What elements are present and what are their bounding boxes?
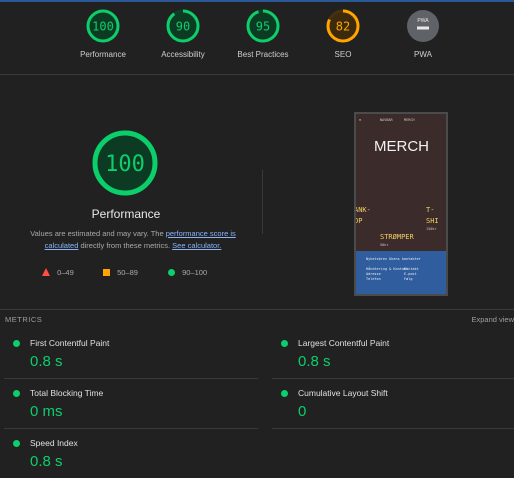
score-ring-performance: 100 bbox=[86, 9, 120, 43]
thumb-footer: Nyhetsbrev Ukens kontakter Håndtering & … bbox=[356, 251, 446, 294]
thumb-product-name: STRØMPER bbox=[380, 233, 414, 241]
triangle-icon bbox=[42, 268, 50, 276]
score-ring-seo: 82 bbox=[326, 9, 360, 43]
thumb-footer-col2: Kontakt E-post Følg bbox=[404, 267, 419, 281]
gauge-accessibility[interactable]: 90 Accessibility bbox=[143, 8, 223, 59]
metric-cumulative-layout-shift: Cumulative Layout Shift 0 bbox=[272, 380, 514, 429]
metric-name: Largest Contentful Paint bbox=[298, 338, 390, 348]
thumb-price-left: 50kr bbox=[380, 243, 389, 247]
pass-circle-icon bbox=[281, 340, 288, 347]
gauge-label-best-practices: Best Practices bbox=[237, 50, 289, 59]
description-prefix: Values are estimated and may vary. The bbox=[30, 229, 166, 238]
metric-name: First Contentful Paint bbox=[30, 338, 110, 348]
pwa-badge-icon: PWA bbox=[407, 10, 439, 42]
performance-main-score: 100 bbox=[105, 152, 145, 177]
legend-average: 50–89 bbox=[103, 268, 138, 277]
performance-title: Performance bbox=[91, 207, 161, 221]
gauge-label-performance: Performance bbox=[80, 50, 126, 59]
metrics-header: METRICS Expand view bbox=[0, 309, 514, 326]
pass-circle-icon bbox=[13, 440, 20, 447]
expand-view-toggle[interactable]: Expand view bbox=[471, 315, 514, 324]
metric-value: 0.8 s bbox=[30, 453, 63, 470]
thumb-nav-menu: ≡ bbox=[359, 118, 362, 122]
score-ring-best-practices: 95 bbox=[246, 9, 280, 43]
legend-pass-range: 90–100 bbox=[182, 268, 208, 277]
metric-speed-index: Speed Index 0.8 s bbox=[4, 430, 258, 478]
see-calculator-link[interactable]: See calculator. bbox=[172, 241, 221, 250]
metric-largest-contentful-paint: Largest Contentful Paint 0.8 s bbox=[272, 330, 514, 379]
thumb-nav-navbar: NAVBAR bbox=[380, 118, 393, 122]
gauge-seo[interactable]: 82 SEO bbox=[303, 8, 383, 59]
legend-fail: 0–49 bbox=[42, 268, 74, 277]
metric-total-blocking-time: Total Blocking Time 0 ms bbox=[4, 380, 258, 429]
description-middle: directly from these metrics. bbox=[78, 241, 173, 250]
thumb-price-right: 150kr bbox=[426, 227, 437, 231]
thumb-footer-head: Nyhetsbrev Ukens kontakter bbox=[366, 257, 421, 261]
gauge-pwa[interactable]: PWA PWA bbox=[383, 8, 463, 59]
legend-pass: 90–100 bbox=[168, 268, 207, 277]
metrics-title: METRICS bbox=[5, 315, 43, 324]
final-screenshot[interactable]: ≡ NAVBAR MERCH MERCH ANK- OP T- SHI 150k… bbox=[354, 112, 448, 296]
metric-name: Speed Index bbox=[30, 438, 78, 448]
thumb-nav-merch: MERCH bbox=[404, 118, 415, 122]
score-accessibility: 90 bbox=[176, 20, 190, 34]
thumb-footer-col1: Håndtering & Kontakt Adresse Telefon bbox=[366, 267, 409, 281]
score-best-practices: 95 bbox=[256, 20, 270, 34]
metric-value: 0.8 s bbox=[298, 353, 331, 370]
score-seo: 82 bbox=[336, 20, 350, 34]
thumb-right-product: T- SHI bbox=[426, 206, 439, 225]
circle-icon bbox=[168, 269, 175, 276]
score-performance: 100 bbox=[92, 20, 114, 34]
gauge-label-seo: SEO bbox=[334, 50, 352, 59]
metric-name: Total Blocking Time bbox=[30, 388, 104, 398]
vertical-divider bbox=[262, 170, 263, 234]
pass-circle-icon bbox=[281, 390, 288, 397]
category-gauges: 100 Performance 90 Accessibility 95 Best… bbox=[0, 0, 514, 75]
performance-main-gauge: 100 bbox=[92, 130, 158, 196]
pass-circle-icon bbox=[13, 340, 20, 347]
pwa-badge-text: PWA bbox=[417, 18, 429, 24]
metric-value: 0 bbox=[298, 403, 307, 420]
gauge-label-pwa: PWA bbox=[414, 50, 432, 59]
metric-name: Cumulative Layout Shift bbox=[298, 388, 388, 398]
thumb-title: MERCH bbox=[374, 138, 429, 155]
score-ring-accessibility: 90 bbox=[166, 9, 200, 43]
metric-value: 0.8 s bbox=[30, 353, 63, 370]
pass-circle-icon bbox=[13, 390, 20, 397]
performance-description: Values are estimated and may vary. The p… bbox=[14, 228, 252, 252]
gauge-label-accessibility: Accessibility bbox=[161, 50, 205, 59]
gauge-performance[interactable]: 100 Performance bbox=[63, 8, 143, 59]
gauge-best-practices[interactable]: 95 Best Practices bbox=[223, 8, 303, 59]
metric-value: 0 ms bbox=[30, 403, 63, 420]
legend-fail-range: 0–49 bbox=[57, 268, 74, 277]
legend-average-range: 50–89 bbox=[117, 268, 138, 277]
metric-first-contentful-paint: First Contentful Paint 0.8 s bbox=[4, 330, 258, 379]
square-icon bbox=[103, 269, 110, 276]
thumb-left-product: ANK- OP bbox=[354, 206, 371, 225]
